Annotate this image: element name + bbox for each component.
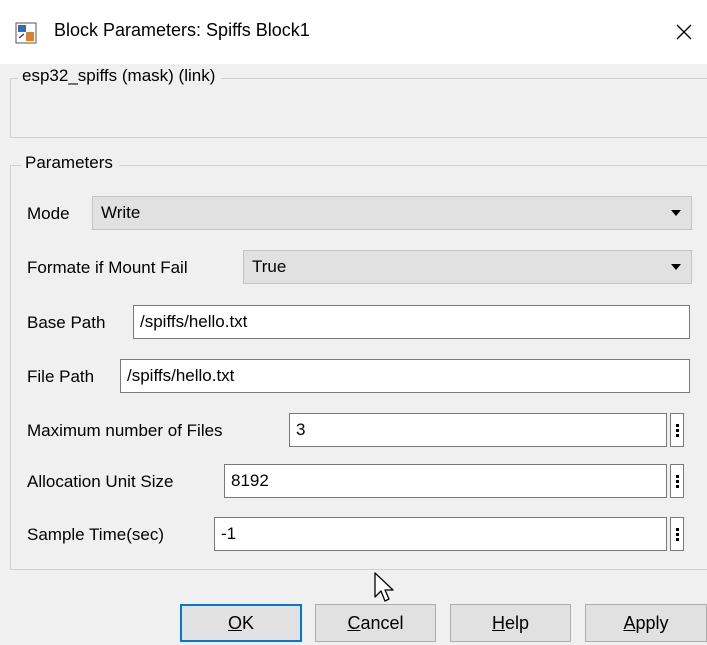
- apply-button-mnemonic: A: [623, 612, 636, 633]
- max-files-value: 3: [296, 420, 306, 439]
- ok-button-label: K: [242, 612, 255, 633]
- format-if-mount-fail-label: Formate if Mount Fail: [27, 258, 188, 277]
- sample-time-options-button[interactable]: [670, 517, 684, 551]
- allocation-unit-size-label: Allocation Unit Size: [27, 472, 174, 491]
- sample-time-input[interactable]: -1: [214, 517, 667, 551]
- sample-time-label: Sample Time(sec): [27, 525, 164, 544]
- window-title: Block Parameters: Spiffs Block1: [54, 20, 310, 40]
- sample-time-value: -1: [221, 524, 237, 543]
- chevron-down-icon: [671, 210, 681, 216]
- title-bar[interactable]: Block Parameters: Spiffs Block1: [0, 0, 707, 64]
- parameters-group-legend: Parameters: [21, 153, 119, 173]
- mode-label: Mode: [27, 204, 70, 223]
- mode-dropdown-value: Write: [101, 203, 141, 222]
- help-button-label: elp: [504, 612, 530, 633]
- allocation-unit-size-options-button[interactable]: [670, 464, 684, 498]
- max-files-label: Maximum number of Files: [27, 421, 223, 440]
- file-path-label: File Path: [27, 367, 95, 386]
- file-path-input[interactable]: /spiffs/hello.txt: [120, 359, 690, 393]
- description-group-legend: esp32_spiffs (mask) (link): [18, 66, 222, 86]
- simulink-block-icon: [15, 22, 37, 44]
- chevron-down-icon: [671, 264, 681, 270]
- ok-button[interactable]: OK: [180, 604, 302, 642]
- help-button[interactable]: Help: [450, 604, 571, 642]
- cancel-button-mnemonic: C: [347, 612, 361, 633]
- cancel-button-label: ancel: [360, 612, 404, 633]
- apply-button[interactable]: Apply: [585, 604, 707, 642]
- description-group: [10, 78, 707, 138]
- ok-button-mnemonic: O: [227, 612, 242, 633]
- base-path-value: /spiffs/hello.txt: [140, 312, 248, 331]
- base-path-input[interactable]: /spiffs/hello.txt: [133, 305, 690, 339]
- format-if-mount-fail-dropdown[interactable]: True: [243, 250, 692, 284]
- max-files-input[interactable]: 3: [289, 413, 667, 447]
- file-path-value: /spiffs/hello.txt: [127, 366, 235, 385]
- mouse-pointer-icon: [374, 572, 394, 602]
- allocation-unit-size-input[interactable]: 8192: [224, 464, 667, 498]
- help-button-mnemonic: H: [491, 612, 505, 633]
- max-files-options-button[interactable]: [670, 413, 684, 447]
- format-if-mount-fail-value: True: [252, 257, 287, 276]
- close-button[interactable]: [664, 14, 704, 50]
- allocation-unit-size-value: 8192: [231, 471, 269, 490]
- block-parameters-dialog: Block Parameters: Spiffs Block1 esp32_sp…: [0, 0, 707, 645]
- mode-dropdown[interactable]: Write: [92, 196, 692, 230]
- close-x-icon: [676, 24, 692, 40]
- base-path-label: Base Path: [27, 313, 106, 332]
- cancel-button[interactable]: Cancel: [315, 604, 436, 642]
- apply-button-label: pply: [635, 612, 669, 633]
